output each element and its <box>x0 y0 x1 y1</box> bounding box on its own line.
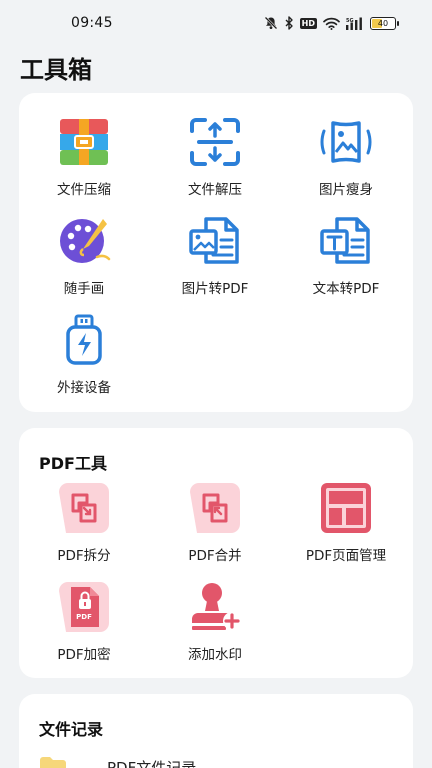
tool-label: 图片转PDF <box>181 281 249 297</box>
tool-label: 外接设备 <box>57 380 111 396</box>
status-bar: 09:45 HD 5G 40 <box>0 0 432 46</box>
record-item-pdf[interactable]: PDF文件记录 <box>39 756 196 768</box>
pdf-merge-icon <box>188 481 242 535</box>
pdf-tool-page-manage[interactable]: PDF页面管理 <box>281 481 411 564</box>
usb-drive-icon <box>57 313 111 367</box>
tool-file-unzip[interactable]: 文件解压 <box>150 115 280 198</box>
tool-external-device[interactable]: 外接设备 <box>19 313 149 396</box>
folder-icon <box>40 757 66 768</box>
pdf-encrypt-icon: PDF <box>57 580 111 634</box>
records-heading: 文件记录 <box>39 720 104 739</box>
pdf-tool-label: PDF页面管理 <box>305 548 387 564</box>
image-compress-icon <box>319 115 373 169</box>
tool-free-draw[interactable]: 随手画 <box>19 214 149 297</box>
text-to-pdf-icon <box>319 214 373 268</box>
status-time: 09:45 <box>71 15 113 31</box>
tool-label: 文件压缩 <box>57 182 111 198</box>
record-item-label: PDF文件记录 <box>107 758 197 768</box>
tool-image-compress[interactable]: 图片瘦身 <box>281 115 411 198</box>
pdf-tools-heading: PDF工具 <box>39 454 107 473</box>
tool-label: 图片瘦身 <box>319 182 373 198</box>
image-to-pdf-icon <box>188 214 242 268</box>
mute-bell-icon <box>264 16 278 30</box>
pdf-tool-label: 添加水印 <box>188 647 242 663</box>
tool-label: 随手画 <box>63 281 105 297</box>
pdf-tool-merge[interactable]: PDF合并 <box>150 481 280 564</box>
cellular-icon: 5G <box>346 17 362 30</box>
pdf-tool-watermark[interactable]: 添加水印 <box>150 580 280 663</box>
wifi-icon <box>323 17 340 30</box>
tool-label: 文件解压 <box>188 182 242 198</box>
pdf-tool-label: PDF合并 <box>188 548 242 564</box>
hd-icon: HD <box>299 17 317 29</box>
page-title: 工具箱 <box>20 56 92 84</box>
bluetooth-icon <box>285 16 293 30</box>
zip-archive-icon <box>57 115 111 169</box>
tool-text-to-pdf[interactable]: 文本转PDF <box>281 214 411 297</box>
pdf-tool-split[interactable]: PDF拆分 <box>19 481 149 564</box>
tool-label: 文本转PDF <box>312 281 380 297</box>
tool-file-compress[interactable]: 文件压缩 <box>19 115 149 198</box>
pdf-page-manage-icon <box>319 481 373 535</box>
paint-palette-icon <box>57 214 111 268</box>
tool-image-to-pdf[interactable]: 图片转PDF <box>150 214 280 297</box>
battery-icon: 40 <box>370 16 399 30</box>
pdf-tool-encrypt[interactable]: PDF PDF加密 <box>19 580 149 663</box>
status-icons: HD 5G 40 <box>264 16 399 30</box>
records-card: 文件记录 PDF文件记录 <box>19 694 413 768</box>
pdf-tools-card: PDF工具 PDF拆分 PDF合并 PDF页面管理 PDF PDF加密 添加水印 <box>19 428 413 678</box>
pdf-split-icon <box>57 481 111 535</box>
battery-level: 40 <box>377 18 389 28</box>
unzip-icon <box>188 115 242 169</box>
pdf-tool-label: PDF加密 <box>57 647 111 663</box>
pdf-tool-label: PDF拆分 <box>57 548 111 564</box>
tools-card: 文件压缩 文件解压 图片瘦身 随手画 图片转PDF 文本转PDF 外接设备 <box>19 93 413 412</box>
pdf-badge: PDF <box>76 613 92 621</box>
watermark-stamp-icon <box>188 580 242 634</box>
